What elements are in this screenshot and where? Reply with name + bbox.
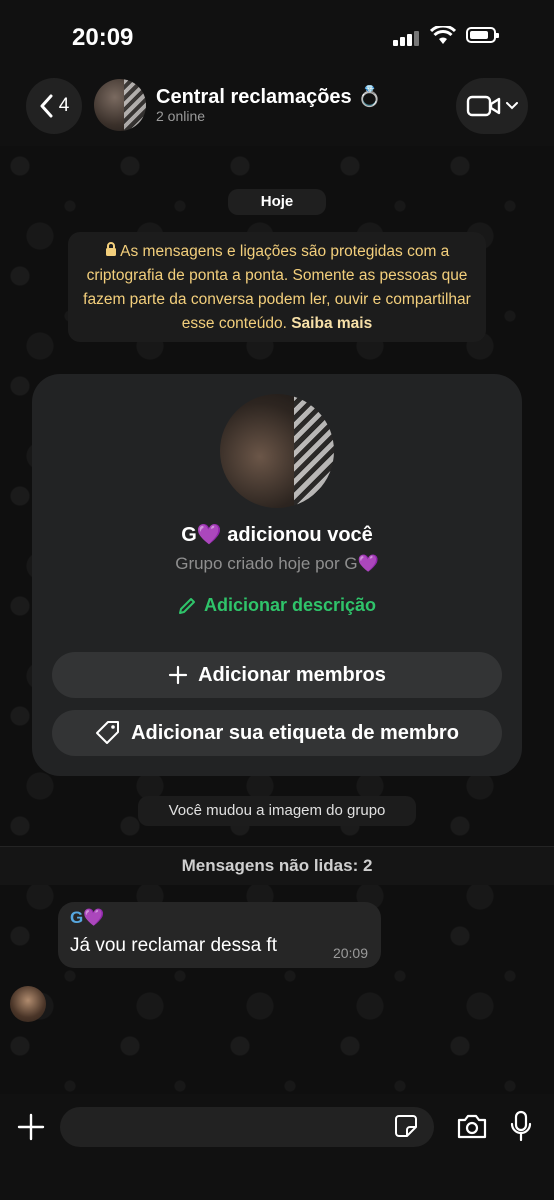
camera-button[interactable]	[456, 1112, 488, 1145]
message-composer	[0, 1094, 554, 1200]
camera-icon	[456, 1112, 488, 1140]
add-members-button[interactable]: Adicionar membros	[52, 652, 502, 698]
encryption-notice[interactable]: As mensagens e ligações são protegidas c…	[68, 232, 486, 342]
plus-icon	[168, 665, 188, 685]
attach-button[interactable]	[14, 1110, 48, 1144]
sticker-icon	[394, 1114, 418, 1138]
group-avatar[interactable]	[220, 394, 334, 508]
add-description-link[interactable]: Adicionar descrição	[32, 595, 522, 616]
chevron-down-icon	[506, 102, 518, 110]
encryption-text: As mensagens e ligações são protegidas c…	[83, 243, 471, 332]
chat-header: 4 Central reclamações 💍 2 online	[0, 70, 554, 146]
chat-title[interactable]: Central reclamações 💍	[156, 84, 382, 109]
group-avatar-small[interactable]	[94, 79, 146, 131]
video-call-button[interactable]	[456, 78, 528, 134]
cellular-signal-icon	[393, 28, 421, 46]
sender-avatar[interactable]	[10, 986, 46, 1022]
sticker-button[interactable]	[394, 1114, 418, 1143]
microphone-icon	[510, 1110, 532, 1142]
wifi-icon	[429, 24, 457, 51]
add-member-tag-label: Adicionar sua etiqueta de membro	[131, 721, 459, 744]
learn-more-link[interactable]: Saiba mais	[291, 315, 372, 332]
battery-icon	[466, 27, 499, 43]
added-you-text: G💜 adicionou você	[181, 524, 373, 546]
add-description-label: Adicionar descrição	[203, 595, 377, 615]
pencil-icon	[178, 597, 196, 615]
back-chevron-icon	[39, 94, 53, 118]
video-camera-icon	[466, 94, 502, 118]
message-input[interactable]	[60, 1107, 434, 1147]
group-created-text: Grupo criado hoje por G💜	[175, 554, 379, 573]
message-sender[interactable]: G💜	[70, 908, 104, 928]
tag-icon	[95, 720, 121, 746]
status-time: 20:09	[72, 24, 134, 51]
message-time: 20:09	[332, 945, 368, 961]
microphone-button[interactable]	[510, 1110, 532, 1147]
date-chip: Hoje	[228, 189, 326, 215]
add-member-tag-button[interactable]: Adicionar sua etiqueta de membro	[52, 710, 502, 756]
system-message: Você mudou a imagem do grupo	[138, 796, 416, 826]
add-members-label: Adicionar membros	[198, 663, 386, 686]
unread-divider: Mensagens não lidas: 2	[0, 847, 554, 885]
plus-icon	[14, 1110, 48, 1144]
status-bar: 20:09	[0, 0, 554, 70]
back-unread-count: 4	[58, 95, 70, 116]
group-info-card: G💜 adicionou você Grupo criado hoje por …	[32, 374, 522, 776]
back-button[interactable]: 4	[26, 78, 82, 134]
message-text: Já vou reclamar dessa ft	[70, 935, 277, 956]
chat-subtitle: 2 online	[156, 108, 206, 124]
lock-icon	[105, 242, 117, 256]
message-bubble[interactable]: G💜 Já vou reclamar dessa ft 20:09	[58, 902, 381, 968]
